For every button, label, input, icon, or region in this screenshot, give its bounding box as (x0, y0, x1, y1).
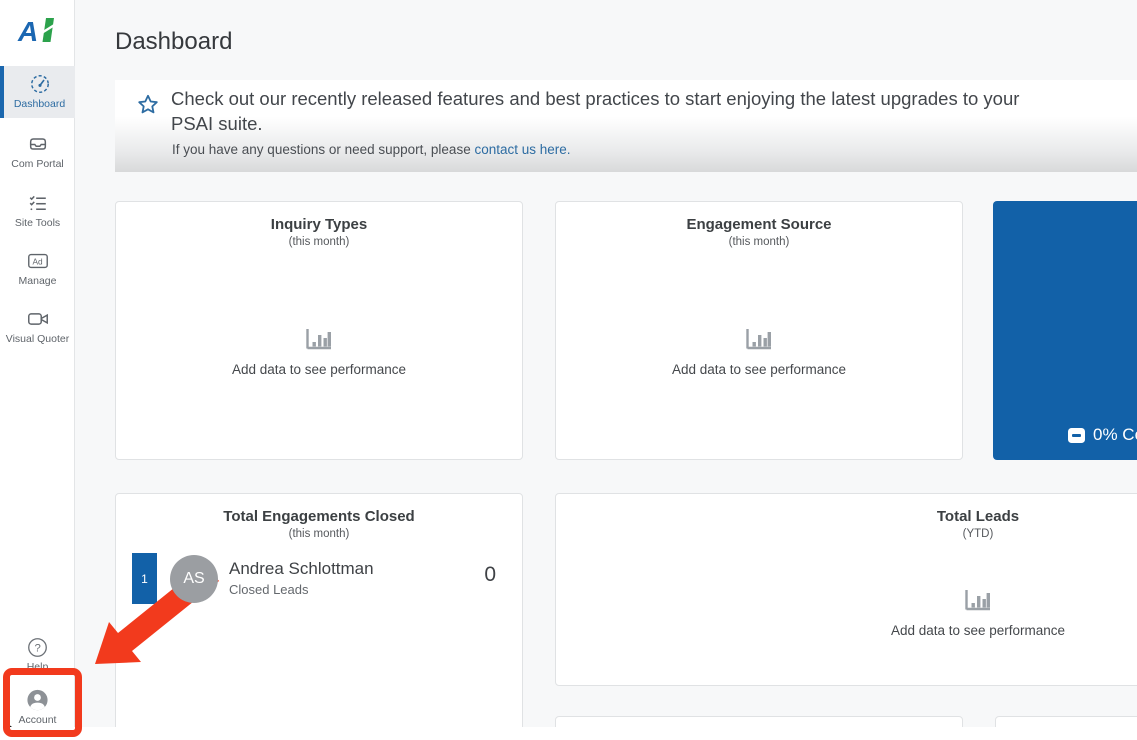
sidebar-item-label: Help (26, 661, 49, 673)
metric-label: Closed Leads (229, 582, 309, 597)
account-icon (27, 689, 48, 711)
announcement-banner: Check out our recently released features… (115, 80, 1137, 172)
person-name: Andrea Schlottman (229, 559, 374, 578)
help-icon: ? (28, 638, 47, 657)
card-title: Total Engagements Closed (223, 508, 415, 525)
sidebar-item-site-tools[interactable]: Site Tools (0, 185, 75, 233)
conversion-card: 0% Co (993, 201, 1137, 460)
sidebar-item-label: Dashboard (13, 98, 66, 110)
sidebar-item-visual-quoter[interactable]: Visual Quoter (0, 301, 75, 349)
avatar: AS (170, 555, 218, 603)
video-camera-icon (27, 313, 48, 325)
ad-icon: Ad (27, 253, 48, 269)
card-title: Total Leads (936, 508, 1020, 525)
svg-text:A: A (17, 16, 38, 47)
banner-support-text: If you have any questions or need suppor… (172, 142, 571, 157)
app-window: A Dashboard Com Portal Site Tools Ad Man… (0, 0, 1137, 727)
bar-chart-icon (306, 329, 331, 350)
empty-state-text: Add data to see performance (231, 362, 407, 377)
partial-card (555, 716, 963, 727)
inquiry-types-card: Inquiry Types (this month) Add data to s… (115, 201, 523, 460)
sidebar-item-label: Visual Quoter (5, 333, 70, 345)
leaderboard-row: 1 AS Andrea Schlottman Closed Leads 0 (116, 553, 522, 605)
sidebar-item-help[interactable]: ? Help (0, 630, 75, 674)
star-icon (138, 94, 158, 114)
minus-square-icon (1068, 427, 1085, 443)
svg-text:Ad: Ad (32, 256, 43, 266)
sidebar-item-label: Account (18, 714, 57, 726)
total-leads-card: Total Leads (YTD) Add data to see perfor… (555, 493, 1137, 686)
card-title: Engagement Source (686, 216, 832, 233)
engagement-source-card: Engagement Source (this month) Add data … (555, 201, 963, 460)
empty-state-text: Add data to see performance (671, 362, 847, 377)
sidebar-item-label: Site Tools (14, 217, 61, 229)
rank-badge: 1 (132, 553, 157, 604)
support-prefix: If you have any questions or need suppor… (172, 142, 475, 157)
gauge-icon (30, 75, 49, 93)
total-engagements-closed-card: Total Engagements Closed (this month) 1 … (115, 493, 523, 727)
card-title: Inquiry Types (270, 216, 368, 233)
banner-message-line2: PSAI suite. (171, 113, 263, 134)
sidebar: A Dashboard Com Portal Site Tools Ad Man… (0, 0, 75, 727)
page-title: Dashboard (115, 28, 233, 55)
sidebar-item-manage[interactable]: Ad Manage (0, 243, 75, 291)
card-period: (YTD) (962, 528, 994, 540)
checklist-icon (29, 195, 46, 211)
sidebar-item-account[interactable]: Account (0, 682, 75, 726)
bar-chart-icon (965, 590, 990, 611)
sidebar-item-com-portal[interactable]: Com Portal (0, 126, 75, 174)
card-period: (this month) (728, 236, 790, 248)
sidebar-item-dashboard[interactable]: Dashboard (0, 66, 75, 118)
empty-state-text: Add data to see performance (890, 623, 1066, 638)
inbox-icon (29, 138, 46, 150)
contact-us-link[interactable]: contact us here. (474, 142, 570, 157)
sidebar-item-label: Com Portal (11, 158, 64, 170)
bar-chart-icon (746, 329, 771, 350)
card-period: (this month) (288, 528, 350, 540)
metric-value: 0 (484, 563, 496, 586)
psai-logo-icon: A (17, 16, 57, 47)
app-logo: A (0, 8, 75, 52)
banner-message-line1: Check out our recently released features… (171, 88, 1020, 109)
conversion-label: 0% Co (1093, 425, 1137, 444)
screen-artifact (4, 721, 12, 727)
card-period: (this month) (288, 236, 350, 248)
partial-card (995, 716, 1137, 727)
svg-text:?: ? (35, 642, 41, 654)
sidebar-item-label: Manage (18, 275, 57, 287)
